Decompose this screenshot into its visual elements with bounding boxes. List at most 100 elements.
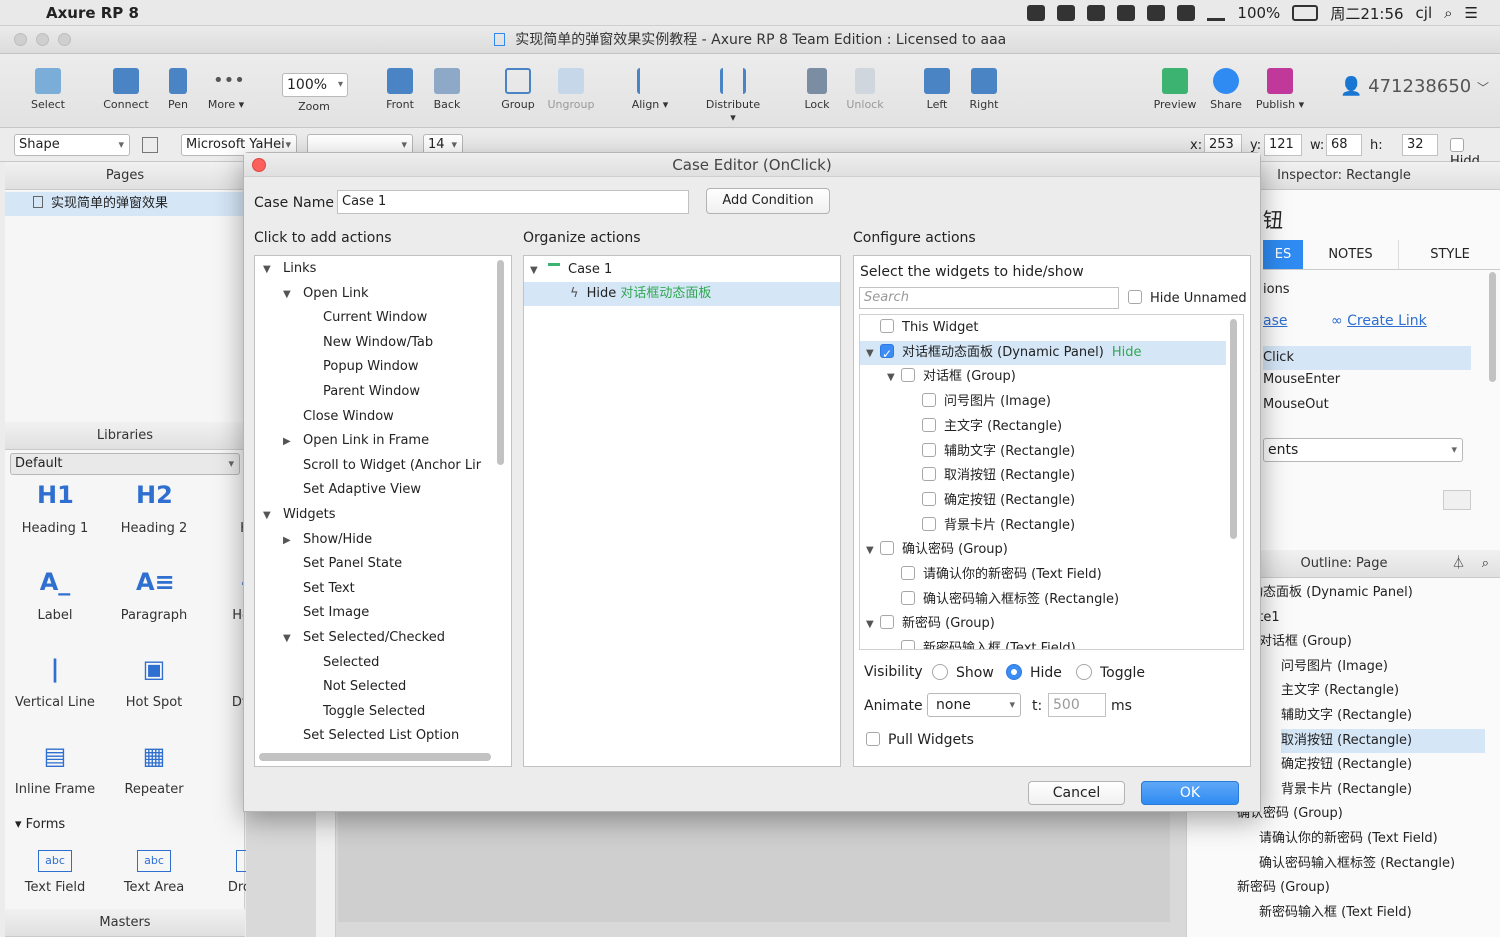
event-onmouseenter[interactable]: MouseEnter xyxy=(1263,372,1340,387)
ok-button[interactable]: OK xyxy=(1141,781,1239,805)
outline-item[interactable]: 背景卡片 (Rectangle) xyxy=(1281,778,1485,802)
clock[interactable]: 周二21:56 xyxy=(1330,3,1403,24)
canvas-area[interactable] xyxy=(338,812,1170,922)
widget-tree-row[interactable]: ▼ 对话框 (Group) xyxy=(860,365,1226,389)
disclosure-icon[interactable]: ▼ xyxy=(887,366,901,390)
widget-checkbox[interactable] xyxy=(880,319,894,333)
pull-widgets-checkbox[interactable]: Pull Widgets xyxy=(866,732,974,748)
action-item[interactable]: Not Selected xyxy=(303,675,406,699)
widget-checkbox[interactable] xyxy=(922,467,936,482)
action-item[interactable]: Selected xyxy=(303,651,379,675)
search-status-icon[interactable] xyxy=(1027,5,1046,21)
outline-item[interactable]: 问号图片 (Image) xyxy=(1281,655,1485,679)
cloud-icon[interactable] xyxy=(1177,5,1196,21)
widget-tree-row[interactable]: 确定按钮 (Rectangle) xyxy=(860,489,1226,513)
library-widget[interactable]: H1 Heading 1 xyxy=(7,477,103,536)
widget-tree-row[interactable]: ▼ 对话框动态面板 (Dynamic Panel) Hide xyxy=(860,340,1226,366)
animate-select[interactable]: none xyxy=(927,693,1021,717)
action-item[interactable]: Set Adaptive View xyxy=(283,478,421,502)
connect-tool[interactable]: Connect xyxy=(96,68,156,111)
unlock-button[interactable]: Unlock xyxy=(835,68,895,111)
action-item[interactable]: Set Panel State xyxy=(283,552,402,576)
add-condition-button[interactable]: Add Condition xyxy=(706,188,830,214)
window-close-button[interactable] xyxy=(14,33,27,46)
app-menu-name[interactable]: Axure RP 8 xyxy=(46,4,139,22)
y-field[interactable]: 121 xyxy=(1264,134,1302,156)
widget-checkbox[interactable] xyxy=(922,393,936,408)
disclosure-icon[interactable]: ▼ xyxy=(283,283,297,307)
send-back-button[interactable]: Back xyxy=(417,68,477,111)
width-field[interactable]: 68 xyxy=(1326,134,1362,156)
evernote-icon[interactable] xyxy=(1087,5,1106,21)
case-name-input[interactable]: Case 1 xyxy=(337,190,689,214)
battery-icon[interactable] xyxy=(1292,5,1319,21)
actions-vscroll[interactable] xyxy=(497,260,504,465)
action-item[interactable]: Scroll to Widget (Anchor Lir xyxy=(283,454,481,478)
widget-checkbox[interactable] xyxy=(901,566,915,580)
disclosure-icon[interactable]: ▶ xyxy=(283,430,297,454)
user-name[interactable]: cjl xyxy=(1416,4,1433,22)
library-widget[interactable]: ▣ Hot Spot xyxy=(106,651,202,710)
outline-item[interactable]: 新密码 (Group) xyxy=(1237,876,1485,900)
forms-section-header[interactable]: ▾ Forms xyxy=(15,817,65,832)
action-item[interactable]: Close Window xyxy=(283,405,394,429)
case-node[interactable]: ▼ Case 1 xyxy=(530,258,612,282)
tab-properties[interactable]: ES xyxy=(1263,240,1303,269)
disclosure-icon[interactable]: ▼ xyxy=(866,342,880,366)
action-item[interactable]: ▼ Open Link xyxy=(283,282,368,306)
visibility-toggle-radio[interactable]: Toggle xyxy=(1076,664,1145,681)
align-button[interactable]: Align ▾ xyxy=(620,68,680,111)
library-widget[interactable]: ▦ Repeater xyxy=(106,738,202,797)
send-icon[interactable] xyxy=(1117,5,1136,21)
select-tool[interactable]: Select xyxy=(18,68,78,111)
disclosure-icon[interactable]: ▼ xyxy=(866,539,880,563)
zoom-select[interactable]: 100% ▾ xyxy=(282,73,348,97)
actions-hscroll[interactable] xyxy=(259,753,491,761)
tab-notes[interactable]: NOTES xyxy=(1303,240,1399,269)
widget-checkbox[interactable] xyxy=(880,541,894,556)
widget-tree-row[interactable]: 问号图片 (Image) xyxy=(860,390,1226,414)
add-case-link[interactable]: ase xyxy=(1263,313,1288,329)
tab-style[interactable]: STYLE xyxy=(1399,240,1500,269)
duration-input[interactable]: 500 xyxy=(1048,693,1106,717)
widget-checkbox[interactable] xyxy=(880,615,894,630)
widget-tree-row[interactable]: 主文字 (Rectangle) xyxy=(860,415,1226,439)
spotlight-icon[interactable]: ⌕ xyxy=(1444,4,1452,22)
visibility-hide-radio[interactable]: Hide xyxy=(1006,664,1062,681)
ungroup-button[interactable]: Ungroup xyxy=(541,68,601,111)
outline-item[interactable]: 辅助文字 (Rectangle) xyxy=(1281,704,1485,728)
action-item[interactable]: Set Text xyxy=(283,577,355,601)
disclosure-icon[interactable]: ▼ xyxy=(866,613,880,637)
outline-item[interactable]: 取消按钮 (Rectangle) xyxy=(1281,728,1485,753)
form-widget[interactable]: abc Text Field xyxy=(7,850,103,895)
clipboard-icon[interactable] xyxy=(1147,5,1166,21)
window-minimize-button[interactable] xyxy=(36,33,49,46)
widget-tree-row[interactable]: This Widget xyxy=(860,316,1226,340)
action-item[interactable]: Current Window xyxy=(303,306,427,330)
widget-tree-row[interactable]: 辅助文字 (Rectangle) xyxy=(860,440,1226,464)
filter-icon[interactable]: ⏃ xyxy=(1452,550,1465,578)
right-panel-toggle[interactable]: Right xyxy=(954,68,1014,111)
action-item[interactable]: ▼ Set Selected/Checked xyxy=(283,626,445,650)
outline-item[interactable]: State1 xyxy=(1237,606,1485,630)
outline-item[interactable]: 确认密码 (Group) xyxy=(1237,802,1485,826)
wifi-icon[interactable] xyxy=(1207,5,1226,21)
action-item[interactable]: Set Image xyxy=(283,601,369,625)
create-link[interactable]: ∞ Create Link xyxy=(1331,313,1427,329)
widget-name[interactable]: 钮 xyxy=(1263,204,1283,233)
outline-item[interactable]: 请确认你的新密码 (Text Field) xyxy=(1259,827,1485,851)
library-widget[interactable]: ▤ Inline Frame xyxy=(7,738,103,797)
library-widget[interactable]: A_ Label xyxy=(7,564,103,623)
action-item[interactable]: Popup Window xyxy=(303,355,418,379)
action-item[interactable]: ▼ Links xyxy=(263,257,316,281)
outline-item[interactable]: 确定按钮 (Rectangle) xyxy=(1281,753,1485,777)
library-widget[interactable]: H2 Heading 2 xyxy=(106,477,202,536)
share-button[interactable]: Share xyxy=(1196,68,1256,111)
action-node-hide[interactable]: ϟ Hide 对话框动态面板 xyxy=(524,282,840,306)
event-onclick[interactable]: Click xyxy=(1263,346,1471,370)
widget-checkbox[interactable] xyxy=(880,342,894,366)
event-onmouseout[interactable]: MouseOut xyxy=(1263,397,1329,412)
widget-style-select[interactable]: Shape xyxy=(14,134,130,156)
height-field[interactable]: 32 xyxy=(1402,134,1438,156)
widget-search-input[interactable]: Search xyxy=(859,287,1119,309)
